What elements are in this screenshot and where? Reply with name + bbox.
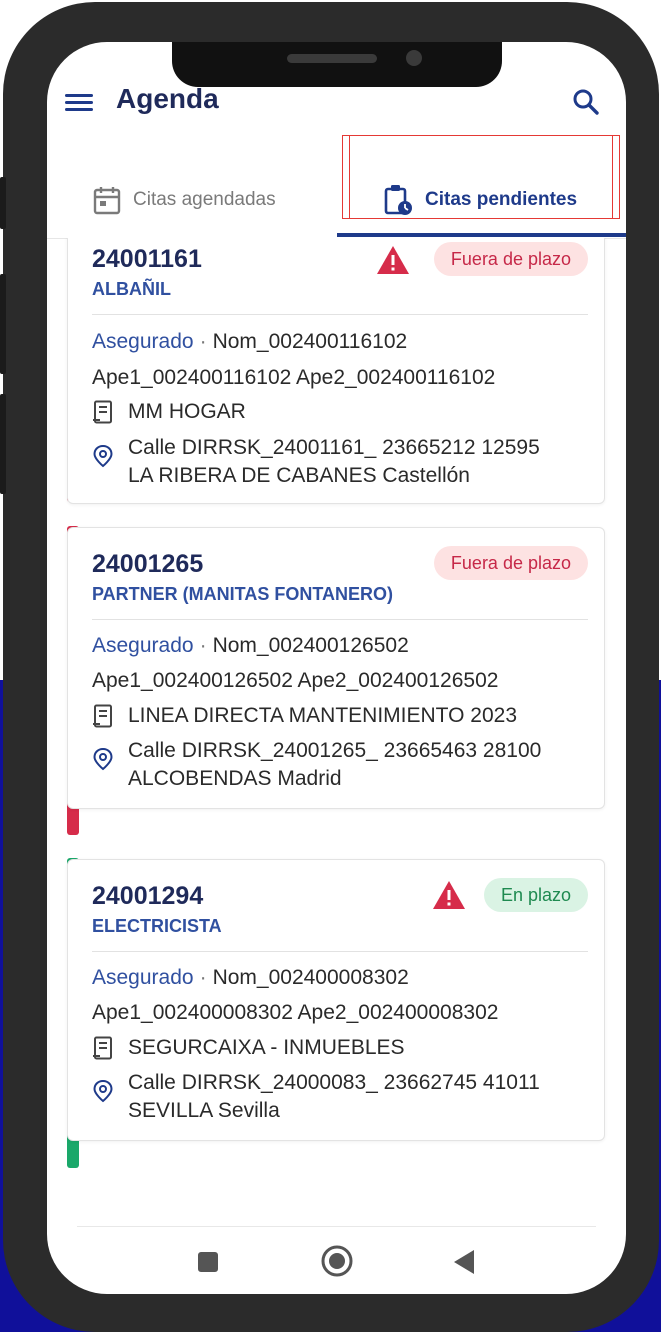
appointment-code: 24001294 bbox=[92, 882, 204, 910]
location-pin-icon bbox=[93, 444, 113, 468]
tab-label: Citas agendadas bbox=[133, 189, 276, 210]
app-bar: Agenda bbox=[47, 82, 626, 132]
insured-surnames: Ape1_002400008302 Ape2_002400008302 bbox=[92, 1001, 499, 1024]
phone-frame: Agenda Citas agendadas Citas pendientes … bbox=[0, 2, 659, 1332]
document-icon bbox=[93, 704, 112, 728]
system-navigation-bar bbox=[47, 1226, 626, 1294]
page-title: Agenda bbox=[116, 83, 219, 114]
appointment-code: 24001161 bbox=[92, 245, 202, 273]
calendar-icon bbox=[93, 187, 121, 215]
insured-line: Asegurado · Nom_002400116102 bbox=[92, 330, 408, 353]
back-icon[interactable] bbox=[452, 1249, 476, 1275]
address-line-1: Calle DIRRSK_24000083_ 23662745 41011 bbox=[128, 1071, 540, 1094]
appointment-code: 24001265 bbox=[92, 550, 204, 578]
appointment-card[interactable]: 24001161 ALBAÑIL Fuera de plazo Asegurad… bbox=[67, 238, 605, 504]
appointment-trade: ALBAÑIL bbox=[92, 279, 171, 299]
volume-down-button bbox=[0, 394, 6, 494]
card-divider bbox=[92, 951, 588, 952]
card-divider bbox=[92, 619, 588, 620]
appointment-trade: ELECTRICISTA bbox=[92, 916, 222, 936]
insurance-company: SEGURCAIXA - INMUEBLES bbox=[128, 1036, 405, 1059]
status-badge: Fuera de plazo bbox=[433, 546, 588, 580]
insured-name: Nom_002400008302 bbox=[212, 966, 409, 989]
address-line-1: Calle DIRRSK_24001265_ 23665463 28100 bbox=[128, 739, 542, 762]
insured-line: Asegurado · Nom_002400126502 bbox=[92, 634, 409, 657]
insurance-company: LINEA DIRECTA MANTENIMIENTO 2023 bbox=[128, 704, 517, 727]
status-badge: En plazo bbox=[483, 878, 588, 912]
document-icon bbox=[93, 1036, 112, 1060]
address-line-2: SEVILLA Sevilla bbox=[128, 1099, 280, 1122]
appointment-trade: PARTNER (MANITAS FONTANERO) bbox=[92, 584, 393, 604]
active-tab-indicator bbox=[337, 233, 626, 237]
phone-screen: Agenda Citas agendadas Citas pendientes … bbox=[47, 42, 626, 1294]
insured-name: Nom_002400116102 bbox=[212, 330, 408, 353]
location-pin-icon bbox=[93, 1079, 113, 1103]
document-icon bbox=[93, 400, 112, 424]
home-icon[interactable] bbox=[320, 1244, 354, 1278]
appointment-card[interactable]: 24001294 ELECTRICISTA En plazo Asegurado… bbox=[67, 859, 605, 1141]
notch bbox=[172, 42, 502, 87]
address-line-2: LA RIBERA DE CABANES Castellón bbox=[128, 464, 470, 487]
speaker bbox=[287, 54, 377, 63]
volume-up-button bbox=[0, 274, 6, 374]
location-pin-icon bbox=[93, 747, 113, 771]
insured-label: Asegurado bbox=[92, 330, 194, 353]
insured-surnames: Ape1_002400116102 Ape2_002400116102 bbox=[92, 366, 496, 389]
selection-highlight bbox=[342, 135, 620, 219]
insured-name: Nom_002400126502 bbox=[212, 634, 409, 657]
tab-citas-agendadas[interactable]: Citas agendadas bbox=[93, 162, 276, 238]
insured-label: Asegurado bbox=[92, 966, 194, 989]
hamburger-menu-icon[interactable] bbox=[65, 90, 93, 114]
insured-line: Asegurado · Nom_002400008302 bbox=[92, 966, 409, 989]
appointment-card[interactable]: 24001265 PARTNER (MANITAS FONTANERO) Fue… bbox=[67, 527, 605, 809]
front-camera bbox=[406, 50, 422, 66]
navbar-divider bbox=[77, 1226, 596, 1227]
search-icon[interactable] bbox=[571, 87, 601, 117]
insured-label: Asegurado bbox=[92, 634, 194, 657]
address-line-1: Calle DIRRSK_24001161_ 23665212 12595 bbox=[128, 436, 540, 459]
card-divider bbox=[92, 314, 588, 315]
warning-icon bbox=[433, 881, 465, 909]
warning-icon bbox=[377, 246, 409, 274]
mute-switch bbox=[0, 177, 6, 229]
status-badge: Fuera de plazo bbox=[433, 242, 588, 276]
appointment-list[interactable]: 24001161 ALBAÑIL Fuera de plazo Asegurad… bbox=[47, 238, 626, 1228]
insurance-company: MM HOGAR bbox=[128, 400, 246, 423]
address-line-2: ALCOBENDAS Madrid bbox=[128, 767, 342, 790]
recents-icon[interactable] bbox=[197, 1251, 219, 1273]
insured-surnames: Ape1_002400126502 Ape2_002400126502 bbox=[92, 669, 499, 692]
